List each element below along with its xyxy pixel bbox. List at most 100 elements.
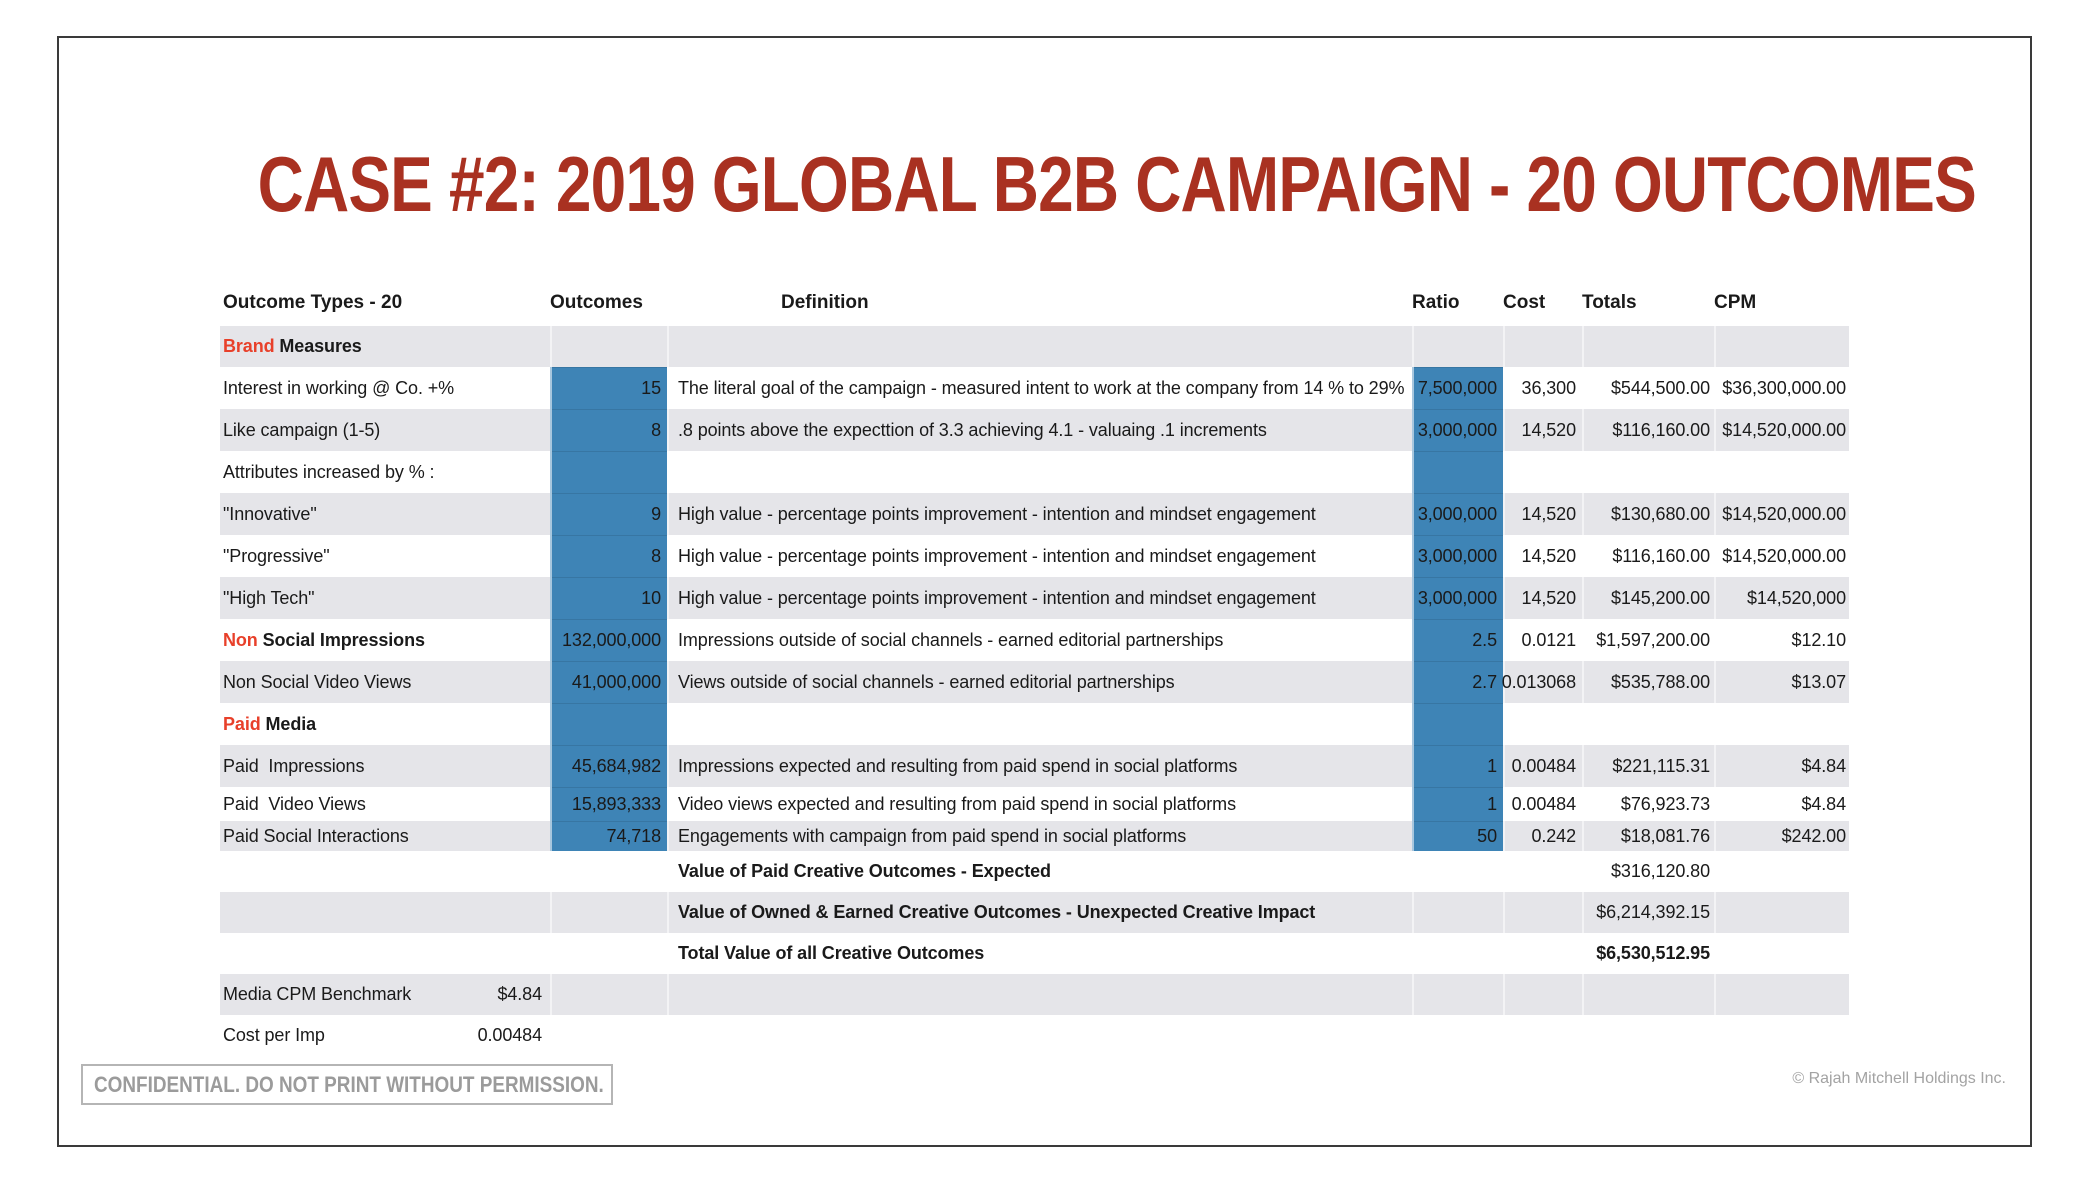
cpm-cell: $14,520,000.00 (1714, 535, 1849, 577)
outcomes-cell: 10 (550, 577, 667, 619)
row-label-cell: Non Social Video Views (220, 661, 550, 703)
cpm-cell (1714, 1015, 1849, 1056)
ratio-cell (1412, 892, 1503, 933)
definition-cell: Total Value of all Creative Outcomes (667, 933, 1412, 974)
row-label-cell: Interest in working @ Co. +% (220, 367, 550, 409)
outcomes-cell (550, 1015, 667, 1056)
table-row: Brand Measures (220, 326, 1849, 367)
totals-cell (1582, 703, 1714, 745)
header-totals: Totals (1582, 292, 1714, 314)
definition-cell: Views outside of social channels - earne… (667, 661, 1412, 703)
row-label: Cost per Imp (223, 1025, 325, 1046)
definition-cell: Impressions expected and resulting from … (667, 745, 1412, 787)
confidential-notice: CONFIDENTIAL. DO NOT PRINT WITHOUT PERMI… (81, 1064, 613, 1105)
outcomes-cell: 41,000,000 (550, 661, 667, 703)
benchmark-value: $4.84 (497, 984, 542, 1005)
cpm-cell: $12.10 (1714, 619, 1849, 661)
definition-cell (667, 703, 1412, 745)
row-label: "Progressive" (223, 546, 330, 567)
definition-cell: .8 points above the expecttion of 3.3 ac… (667, 409, 1412, 451)
row-label-cell: Paid Media (220, 703, 550, 745)
row-label: Attributes increased by % : (223, 462, 434, 483)
definition-cell: High value - percentage points improveme… (667, 493, 1412, 535)
row-label-cell: "Innovative" (220, 493, 550, 535)
row-label-cell: "High Tech" (220, 577, 550, 619)
row-label-cell: Paid Impressions (220, 745, 550, 787)
totals-cell: $116,160.00 (1582, 409, 1714, 451)
row-label-cell (220, 851, 550, 892)
definition-cell: The literal goal of the campaign - measu… (667, 367, 1412, 409)
totals-cell: $6,530,512.95 (1582, 933, 1714, 974)
row-label-accent: Non (223, 630, 258, 651)
header-outcomes: Outcomes (550, 292, 667, 314)
totals-cell: $1,597,200.00 (1582, 619, 1714, 661)
cost-cell (1503, 851, 1582, 892)
totals-cell (1582, 1015, 1714, 1056)
row-label: Non Social Video Views (223, 672, 411, 693)
totals-cell: $535,788.00 (1582, 661, 1714, 703)
definition-cell: Impressions outside of social channels -… (667, 619, 1412, 661)
row-label-cell: Attributes increased by % : (220, 451, 550, 493)
cost-cell (1503, 451, 1582, 493)
row-label: Interest in working @ Co. +% (223, 378, 454, 399)
table-row: Value of Owned & Earned Creative Outcome… (220, 892, 1849, 933)
cost-cell (1503, 974, 1582, 1015)
table-row: "High Tech"10High value - percentage poi… (220, 577, 1849, 619)
cost-cell: 14,520 (1503, 535, 1582, 577)
table-row: Non Social Impressions132,000,000Impress… (220, 619, 1849, 661)
page-title-text: CASE #2: 2019 GLOBAL B2B CAMPAIGN - 20 O… (258, 139, 1976, 230)
definition-cell: High value - percentage points improveme… (667, 577, 1412, 619)
row-label-cell: Paid Social Interactions (220, 821, 550, 851)
cpm-cell (1714, 326, 1849, 367)
ratio-cell (1412, 851, 1503, 892)
row-label-cell: Like campaign (1-5) (220, 409, 550, 451)
outcomes-cell (550, 326, 667, 367)
cost-cell: 0.013068 (1503, 661, 1582, 703)
totals-cell: $116,160.00 (1582, 535, 1714, 577)
ratio-cell (1412, 933, 1503, 974)
outcomes-cell (550, 851, 667, 892)
table-row: Paid Video Views15,893,333Video views ex… (220, 787, 1849, 821)
cost-cell: 0.00484 (1503, 787, 1582, 821)
totals-cell: $130,680.00 (1582, 493, 1714, 535)
header-cost: Cost (1503, 292, 1582, 314)
table-row: Interest in working @ Co. +% 15The litera… (220, 367, 1849, 409)
ratio-cell (1412, 451, 1503, 493)
cpm-cell: $14,520,000.00 (1714, 493, 1849, 535)
row-label: Paid Impressions (223, 756, 364, 777)
ratio-cell: 2.7 (1412, 661, 1503, 703)
ratio-cell (1412, 974, 1503, 1015)
cost-cell: 0.242 (1503, 821, 1582, 851)
totals-cell: $221,115.31 (1582, 745, 1714, 787)
table-row: "Progressive"8High value - percentage po… (220, 535, 1849, 577)
row-label: Measures (275, 336, 362, 357)
outcomes-cell (550, 933, 667, 974)
row-label: "Innovative" (223, 504, 317, 525)
cost-cell: 14,520 (1503, 493, 1582, 535)
table-row: Paid Impressions45,684,982Impressions ex… (220, 745, 1849, 787)
totals-cell: $316,120.80 (1582, 851, 1714, 892)
cpm-cell: $4.84 (1714, 745, 1849, 787)
cpm-cell: $4.84 (1714, 787, 1849, 821)
ratio-cell: 2.5 (1412, 619, 1503, 661)
ratio-cell (1412, 1015, 1503, 1056)
totals-cell: $145,200.00 (1582, 577, 1714, 619)
definition-cell: High value - percentage points improveme… (667, 535, 1412, 577)
table-header-row: Outcome Types - 20 Outcomes Definition R… (220, 280, 1849, 326)
header-definition: Definition (667, 292, 1412, 314)
cost-cell (1503, 933, 1582, 974)
outcomes-cell: 132,000,000 (550, 619, 667, 661)
outcomes-cell: 15,893,333 (550, 787, 667, 821)
cost-cell (1503, 326, 1582, 367)
outcomes-cell (550, 451, 667, 493)
table-body: Brand MeasuresInterest in working @ Co. … (220, 326, 1849, 1056)
outcomes-cell: 15 (550, 367, 667, 409)
ratio-cell (1412, 326, 1503, 367)
ratio-cell (1412, 703, 1503, 745)
definition-cell (667, 451, 1412, 493)
benchmark-value: 0.00484 (478, 1025, 542, 1046)
cpm-cell: $13.07 (1714, 661, 1849, 703)
cpm-cell (1714, 851, 1849, 892)
totals-cell: $6,214,392.15 (1582, 892, 1714, 933)
definition-cell: Value of Owned & Earned Creative Outcome… (667, 892, 1412, 933)
